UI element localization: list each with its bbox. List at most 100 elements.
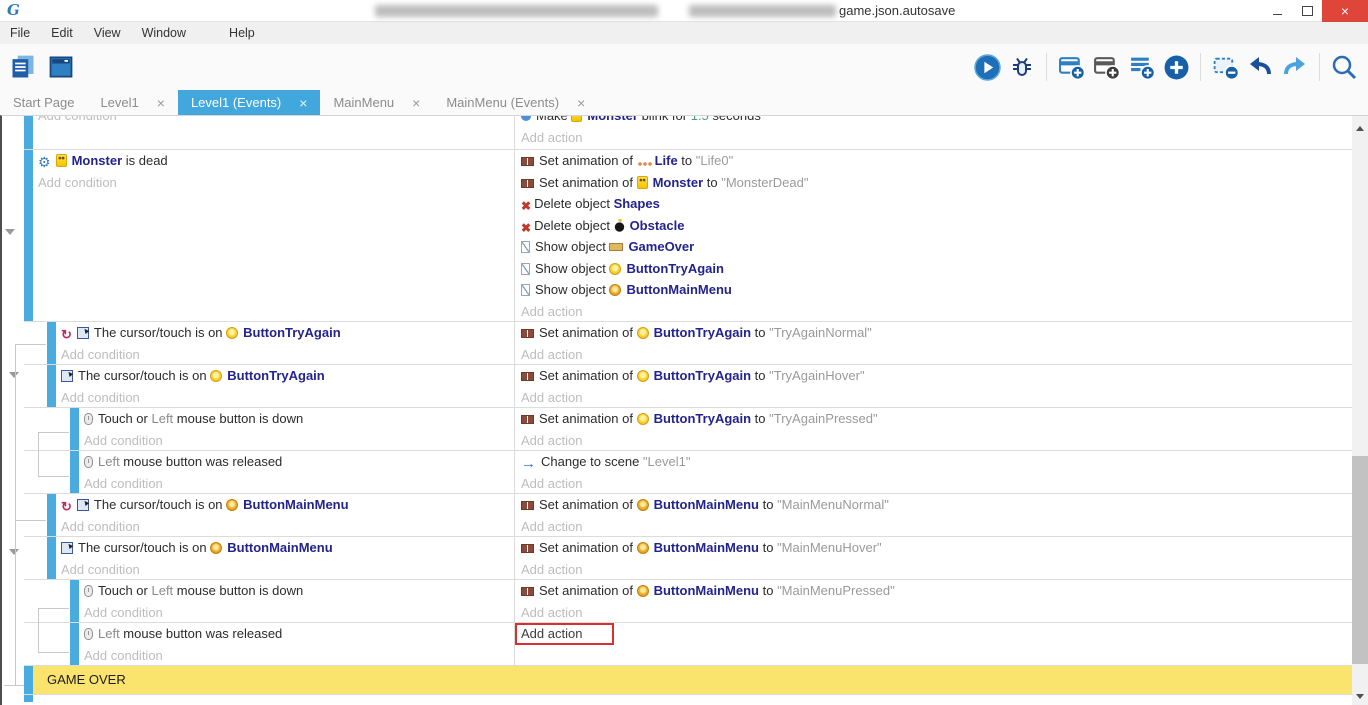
add-condition-link[interactable]: Add condition	[84, 645, 514, 666]
action-line[interactable]: Set animation of ButtonMainMenu to "Main…	[521, 580, 1352, 602]
event-row[interactable]: The cursor/touch is on ButtonTryAgainAdd…	[24, 321, 1352, 364]
event-row[interactable]: Monster is deadAdd condition Set animatio…	[24, 149, 1352, 321]
close-icon[interactable]: ×	[412, 96, 420, 110]
add-action-link[interactable]: Add action	[521, 387, 1352, 408]
tab-mainmenu-events[interactable]: MainMenu (Events) ×	[433, 90, 598, 115]
add-condition-link[interactable]: Add condition	[61, 516, 514, 537]
add-condition-link[interactable]: Add condition	[84, 602, 514, 623]
minimize-button[interactable]	[1262, 0, 1292, 22]
tree-expander-icon[interactable]	[9, 372, 19, 378]
add-action-link[interactable]: Add action	[521, 559, 1352, 580]
add-action-link[interactable]: Add action	[521, 602, 1352, 623]
condition-line[interactable]: Touch or Left mouse button is down	[84, 580, 514, 602]
tab-mainmenu[interactable]: MainMenu ×	[320, 90, 433, 115]
condition-line[interactable]: Monster is dead	[38, 150, 514, 172]
menu-help[interactable]: Help	[229, 26, 255, 40]
undo-button[interactable]	[1246, 52, 1274, 82]
action-line[interactable]: Set animation of ButtonMainMenu to "Main…	[521, 494, 1352, 516]
action-line[interactable]: Show object GameOver	[521, 236, 1352, 258]
event-row[interactable]: Left mouse button was releasedAdd condit…	[24, 622, 1352, 665]
actions-column: Set animation of ButtonMainMenu to "Main…	[514, 537, 1352, 579]
condition-line[interactable]: Left mouse button was released	[84, 451, 514, 473]
delete-event-button[interactable]	[1211, 52, 1239, 82]
show-icon	[521, 284, 530, 296]
add-event-button[interactable]	[1057, 52, 1085, 82]
add-condition-link[interactable]: Add condition	[61, 559, 514, 580]
action-line[interactable]: Set animation of Life to "Life0"	[521, 150, 1352, 172]
add-action-link[interactable]: Add action	[521, 127, 1352, 149]
close-button[interactable]: ×	[1322, 0, 1368, 22]
tree-expander-icon[interactable]	[9, 549, 19, 555]
add-action-link[interactable]: Add action	[521, 430, 1352, 451]
add-condition-link[interactable]: Add condition	[61, 344, 514, 365]
action-line[interactable]: Set animation of Monster to "MonsterDead…	[521, 172, 1352, 194]
start-page-button[interactable]	[47, 52, 75, 82]
tab-level1[interactable]: Level1 ×	[87, 90, 178, 115]
search-button[interactable]	[1330, 52, 1358, 82]
action-line[interactable]: Delete object Obstacle	[521, 215, 1352, 237]
comment-event[interactable]: GAME OVER	[24, 665, 1352, 694]
add-condition-link[interactable]: Add condition	[38, 116, 514, 127]
action-line[interactable]: Set animation of ButtonTryAgain to "TryA…	[521, 322, 1352, 344]
add-action-link[interactable]: Add action	[521, 344, 1352, 365]
action-line[interactable]: Change to scene "Level1"	[521, 451, 1352, 473]
add-action-link[interactable]: Add action	[521, 473, 1352, 494]
add-condition-link[interactable]: Add condition	[84, 430, 514, 451]
add-comment-icon	[1128, 54, 1155, 81]
project-manager-button[interactable]	[9, 52, 37, 82]
condition-line[interactable]: The cursor/touch is on ButtonMainMenu	[61, 537, 514, 559]
scroll-down-button[interactable]	[1352, 688, 1368, 704]
event-partial[interactable]	[24, 694, 1352, 702]
scrollbar[interactable]	[1352, 116, 1368, 705]
action-line[interactable]: Set animation of ButtonTryAgain to "TryA…	[521, 365, 1352, 387]
event-row[interactable]: The cursor/touch is on ButtonMainMenuAdd…	[24, 536, 1352, 579]
event-row[interactable]: Touch or Left mouse button is downAdd co…	[24, 407, 1352, 450]
comment-text[interactable]: GAME OVER	[33, 666, 1352, 694]
condition-line[interactable]: The cursor/touch is on ButtonMainMenu	[61, 494, 514, 516]
action-line[interactable]: Show object ButtonMainMenu	[521, 279, 1352, 301]
add-action-link[interactable]: Add action	[521, 516, 1352, 537]
add-subevent-button[interactable]	[1092, 52, 1120, 82]
add-comment-button[interactable]	[1127, 52, 1155, 82]
event-row[interactable]: The cursor/touch is on ButtonMainMenuAdd…	[24, 493, 1352, 536]
scroll-up-button[interactable]	[1352, 120, 1368, 136]
tab-level1-events[interactable]: Level1 (Events) ×	[178, 90, 321, 115]
add-condition-link[interactable]: Add condition	[84, 473, 514, 494]
scrollbar-thumb[interactable]	[1352, 456, 1368, 664]
tab-start-page[interactable]: Start Page	[0, 90, 87, 115]
menu-file[interactable]: File	[10, 26, 30, 40]
action-line[interactable]: Make Monster blink for 1.5 seconds	[521, 116, 1352, 127]
add-action-link[interactable]: Add action	[521, 623, 1352, 645]
condition-line[interactable]: The cursor/touch is on ButtonTryAgain	[61, 365, 514, 387]
condition-line[interactable]: Left mouse button was released	[84, 623, 514, 645]
condition-line[interactable]: The cursor/touch is on ButtonTryAgain	[61, 322, 514, 344]
toolbar-separator	[1319, 53, 1320, 81]
debug-button[interactable]	[1008, 52, 1036, 82]
tree-expander-icon[interactable]	[5, 229, 15, 235]
event-row[interactable]: The cursor/touch is on ButtonTryAgainAdd…	[24, 364, 1352, 407]
redo-button[interactable]	[1281, 52, 1309, 82]
add-condition-link[interactable]: Add condition	[38, 172, 514, 194]
condition-line[interactable]: Touch or Left mouse button is down	[84, 408, 514, 430]
event-row[interactable]: Left mouse button was releasedAdd condit…	[24, 450, 1352, 493]
close-icon[interactable]: ×	[299, 96, 307, 110]
event-row[interactable]: Touch or Left mouse button is downAdd co…	[24, 579, 1352, 622]
menu-edit[interactable]: Edit	[51, 26, 73, 40]
event-row[interactable]: Add condition Make Monster blink for 1.5 …	[24, 116, 1352, 149]
close-icon[interactable]: ×	[157, 96, 165, 110]
menu-view[interactable]: View	[94, 26, 121, 40]
action-line[interactable]: Show object ButtonTryAgain	[521, 258, 1352, 280]
set-animation-icon	[521, 372, 534, 381]
close-icon[interactable]: ×	[577, 96, 585, 110]
add-action-link[interactable]: Add action	[521, 301, 1352, 322]
action-line[interactable]: Delete object Shapes	[521, 193, 1352, 215]
action-line[interactable]: Set animation of ButtonTryAgain to "TryA…	[521, 408, 1352, 430]
maximize-button[interactable]	[1292, 0, 1322, 22]
action-line[interactable]: Set animation of ButtonMainMenu to "Main…	[521, 537, 1352, 559]
highlighted-add-action[interactable]: Add action	[515, 623, 614, 645]
add-condition-link[interactable]: Add condition	[61, 387, 514, 408]
add-event-chooser-button[interactable]	[1162, 52, 1190, 82]
conditions-column: The cursor/touch is on ButtonMainMenuAdd…	[24, 537, 514, 579]
preview-play-button[interactable]	[973, 52, 1001, 82]
menu-window[interactable]: Window	[142, 26, 186, 40]
